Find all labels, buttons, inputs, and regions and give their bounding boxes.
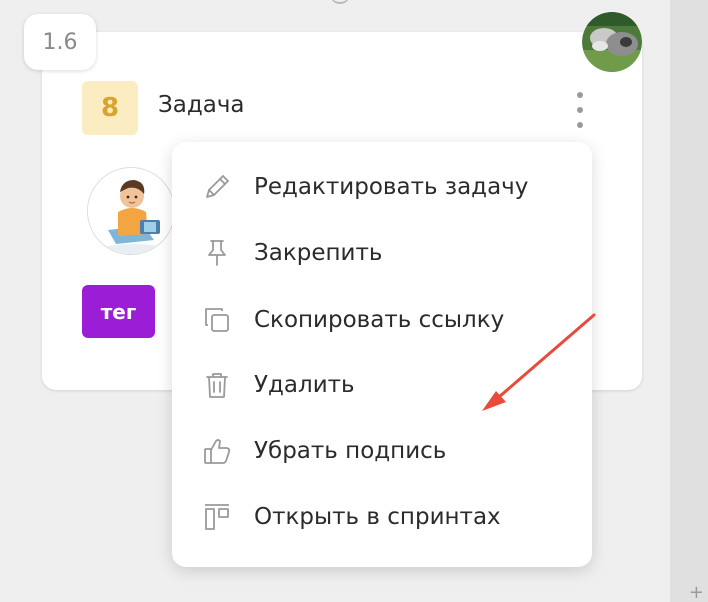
story-points-badge: 8 [82,81,138,135]
menu-item-label: Открыть в спринтах [254,504,501,530]
kebab-dot [577,107,583,113]
menu-item-pin[interactable]: Закрепить [172,225,592,281]
kebab-dot [577,122,583,128]
copy-icon [200,303,234,337]
sprints-icon [200,500,234,534]
trash-icon [200,368,234,402]
more-options-icon[interactable] [568,92,592,128]
menu-item-label: Убрать подпись [254,438,447,464]
annotation-arrow [482,313,596,411]
menu-item-remove-signature[interactable]: Убрать подпись [172,423,592,479]
author-avatar[interactable] [582,12,642,72]
menu-item-open-in-sprints[interactable]: Открыть в спринтах [172,489,592,545]
menu-item-label: Закрепить [254,240,383,266]
assignee-avatar[interactable] [87,167,175,255]
menu-item-edit-task[interactable]: Редактировать задачу [172,159,592,215]
pencil-icon [200,170,234,204]
board-right-strip: + [670,0,708,602]
person-reading-icon [88,168,174,254]
pin-icon [200,236,234,270]
menu-item-label: Скопировать ссылку [254,307,505,333]
add-column-icon[interactable]: + [689,584,704,602]
kebab-dot [577,92,583,98]
task-title[interactable]: Задача [158,92,245,118]
menu-item-label: Удалить [254,372,355,398]
tag-label[interactable]: тег [82,285,155,338]
menu-item-label: Редактировать задачу [254,174,529,200]
version-badge: 1.6 [24,14,96,70]
animal-photo-icon [582,12,642,72]
thumbs-up-icon [200,434,234,468]
